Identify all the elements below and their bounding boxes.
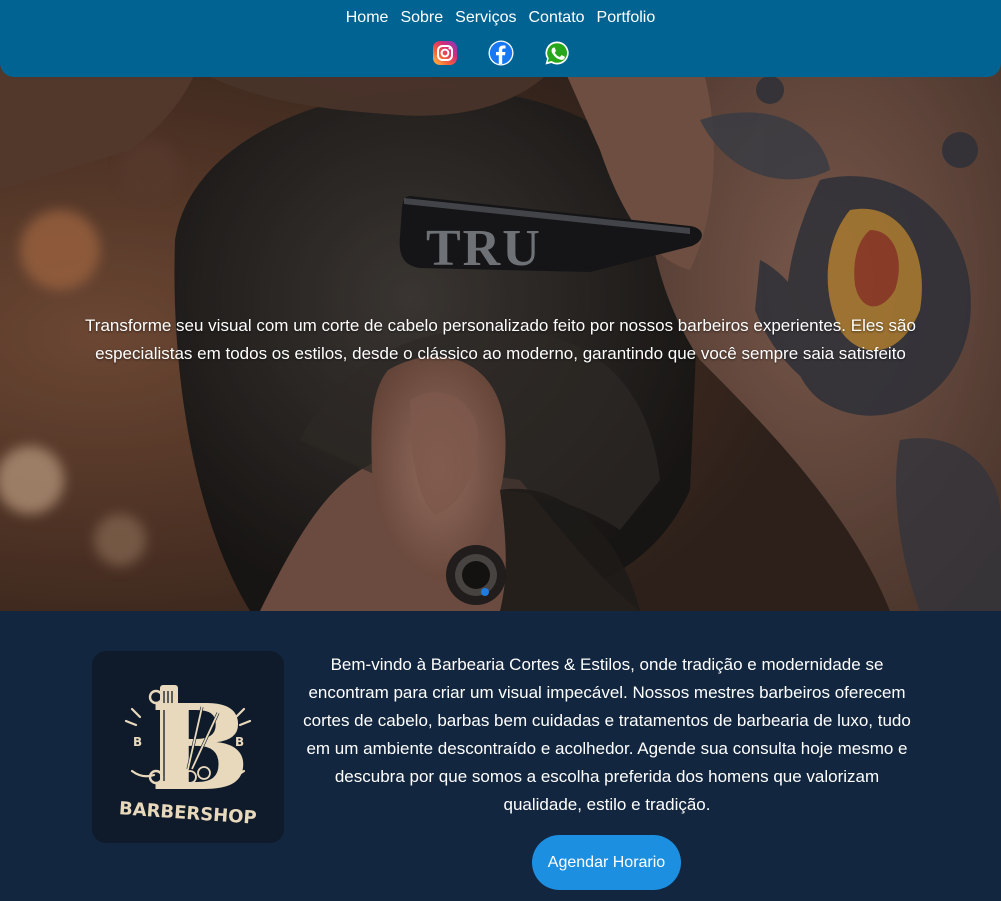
nav-link-sobre[interactable]: Sobre [400, 8, 443, 28]
about-text: Bem-vindo à Barbearia Cortes & Estilos, … [303, 655, 911, 814]
barbershop-logo: B B B BARBERSHOP [92, 651, 284, 843]
social-links [0, 40, 1001, 66]
about-section: B B B BARBERSHOP Bem-vindo à Barbearia C… [0, 611, 1001, 901]
hero-banner: TRU Transforme seu visual com um corte d… [0, 60, 1001, 611]
facebook-link[interactable] [488, 40, 514, 66]
hero-text: Transforme seu visual com um corte de ca… [85, 316, 916, 363]
instagram-link[interactable] [432, 40, 458, 66]
nav-link-home[interactable]: Home [346, 8, 389, 28]
facebook-icon [488, 40, 513, 66]
whatsapp-link[interactable] [544, 40, 570, 66]
carousel-dot[interactable] [481, 588, 489, 596]
site-header: Home Sobre Serviços Contato Portfolio [0, 0, 1001, 77]
schedule-appointment-button[interactable]: Agendar Horario [532, 835, 681, 890]
logo-letter: B [150, 678, 250, 817]
nav-link-contato[interactable]: Contato [529, 8, 585, 28]
nav-link-servicos[interactable]: Serviços [455, 8, 516, 28]
main-nav: Home Sobre Serviços Contato Portfolio [0, 8, 1001, 28]
barbershop-logo-art: B B B BARBERSHOP [118, 678, 257, 829]
instagram-icon [432, 41, 457, 65]
whatsapp-icon [545, 41, 569, 65]
logo-side-letter-left: B [133, 735, 142, 749]
nav-link-portfolio[interactable]: Portfolio [597, 8, 656, 28]
